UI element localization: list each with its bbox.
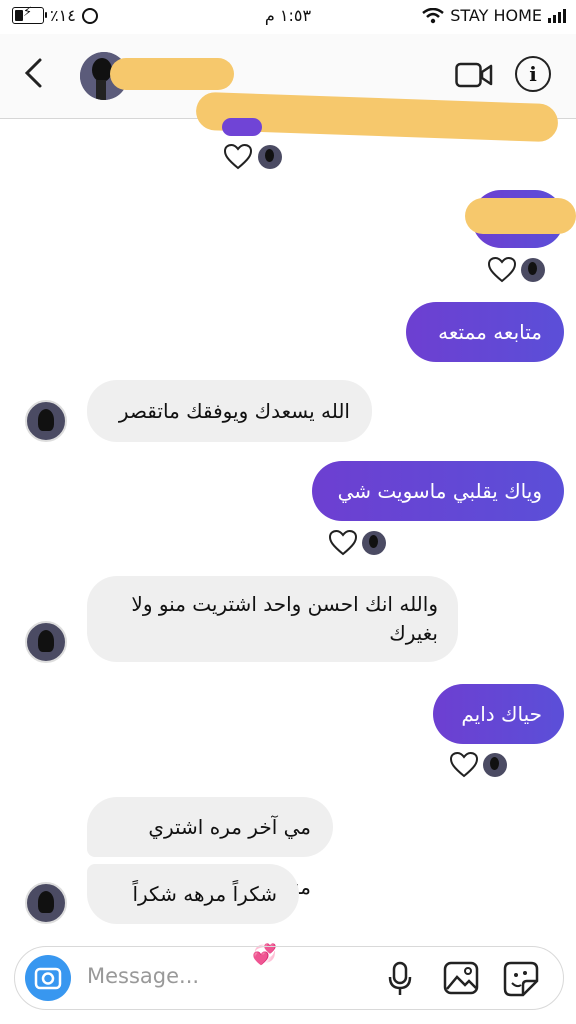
message-composer: Message... (14, 946, 564, 1010)
carrier-name: STAY HOME (450, 6, 542, 25)
signal-icon (548, 8, 566, 23)
seen-avatar (362, 531, 386, 555)
camera-icon[interactable] (25, 955, 71, 1001)
status-right: STAY HOME (422, 6, 566, 25)
outgoing-message[interactable]: متابعه ممتعه (406, 302, 564, 362)
heart-icon[interactable] (224, 144, 252, 170)
outgoing-message[interactable]: حياك دايم (433, 684, 564, 744)
wifi-icon (422, 7, 444, 23)
info-icon[interactable]: i (515, 56, 551, 92)
avatar[interactable] (25, 621, 67, 663)
heart-icon[interactable] (329, 530, 357, 556)
incoming-message[interactable]: الله يسعدك ويوفقك ماتقصر (87, 380, 372, 442)
redaction-scribble (465, 198, 576, 234)
heart-icon[interactable] (488, 257, 516, 283)
video-call-icon[interactable] (455, 62, 493, 88)
avatar[interactable] (25, 400, 67, 442)
heart-icon[interactable] (450, 752, 478, 778)
redacted-username (110, 58, 234, 90)
microphone-icon[interactable] (387, 961, 413, 997)
incoming-message[interactable]: والله انك احسن واحد اشتريت منو ولا بغيرك (87, 576, 458, 662)
redaction-scribble (222, 118, 262, 136)
incoming-message[interactable]: مي آخر مره اشتري منك (87, 797, 333, 899)
incoming-message[interactable]: شكراً مرهه شكراً💞 (87, 864, 299, 966)
seen-avatar (521, 258, 545, 282)
status-bar: ⚡ ٪١٤ ١:٥٣ م STAY HOME (0, 0, 576, 34)
outgoing-message[interactable]: وياك يقلبي ماسويت شي (312, 461, 564, 521)
sticker-icon[interactable] (503, 961, 539, 997)
gallery-icon[interactable] (443, 961, 479, 995)
message-input[interactable]: Message... (87, 964, 199, 988)
chevron-left-icon[interactable] (22, 56, 44, 97)
avatar[interactable] (25, 882, 67, 924)
seen-avatar (483, 753, 507, 777)
seen-avatar (258, 145, 282, 169)
